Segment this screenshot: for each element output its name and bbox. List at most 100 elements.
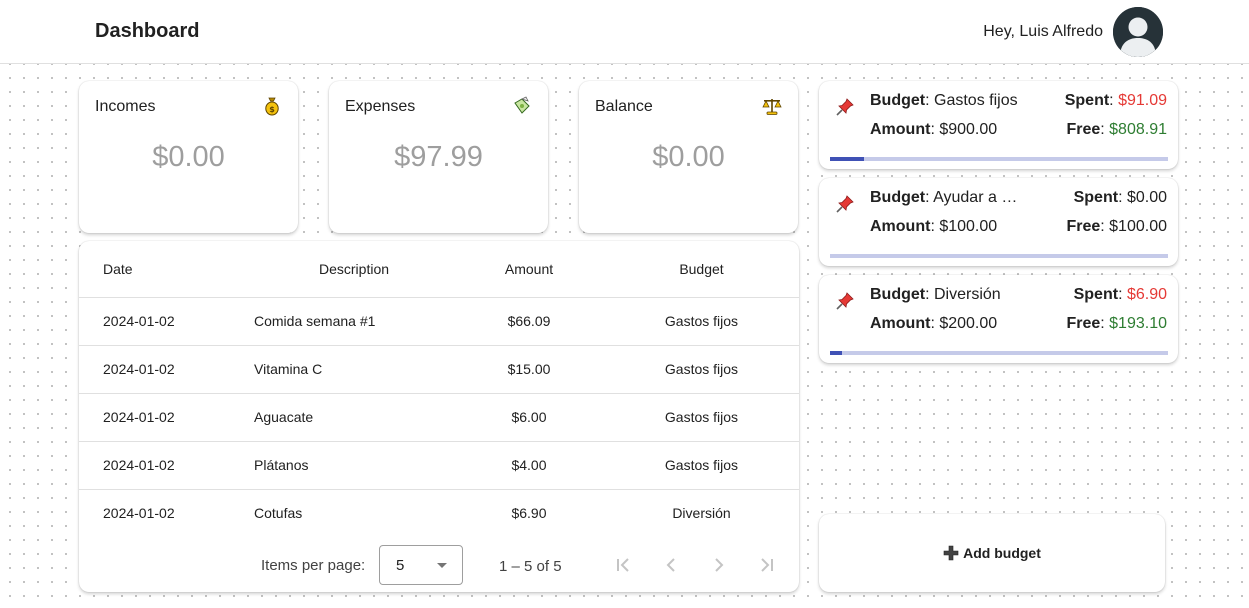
- previous-page-button[interactable]: [659, 553, 683, 577]
- budget-card[interactable]: Budget: Ayudar a otros Amount: $100.00 S…: [819, 178, 1178, 266]
- avatar[interactable]: [1113, 7, 1163, 57]
- svg-text:$: $: [269, 105, 275, 114]
- budget-amount-line: Amount: $900.00: [870, 121, 998, 138]
- spent-label: Spent: [1073, 189, 1119, 206]
- amount-label: Amount: [870, 315, 931, 332]
- cell-budget: Gastos fijos: [604, 345, 799, 394]
- money-wings-icon: [514, 96, 530, 114]
- table-row[interactable]: 2024-01-02 Aguacate $6.00 Gastos fijos: [79, 393, 799, 442]
- cell-budget: Diversión: [672, 505, 731, 522]
- budget-progress-fill: [830, 351, 842, 355]
- user-avatar-icon: [1113, 7, 1163, 57]
- budget-name-line: Budget: Diversión: [870, 286, 1001, 303]
- budget-progress-bar: [830, 351, 1168, 355]
- add-budget-button[interactable]: Add budget: [819, 514, 1165, 592]
- expenses-card: Expenses $97.99: [329, 81, 548, 233]
- cell-date: 2024-01-02: [79, 345, 254, 394]
- free-label: Free: [1066, 121, 1101, 138]
- budget-amount: $100.00: [939, 218, 998, 235]
- balance-value: $0.00: [652, 141, 725, 173]
- budget-progress-fill: [830, 157, 864, 161]
- table-row[interactable]: 2024-01-02 Vitamina C $15.00 Gastos fijo…: [79, 345, 799, 394]
- budget-free-line: Free: $808.91: [1066, 121, 1167, 138]
- balance-scale-icon: [762, 99, 782, 115]
- budget-free-line: Free: $193.10: [1066, 315, 1167, 332]
- cell-amount: $6.90: [511, 505, 547, 522]
- budget-progress-bar: [830, 254, 1168, 258]
- cell-date: 2024-01-02: [103, 505, 175, 522]
- cell-date: 2024-01-02: [79, 441, 254, 490]
- chevron-right-icon: [715, 558, 724, 572]
- table-row[interactable]: 2024-01-02 Cotufas $6.90 Diversión: [79, 489, 799, 537]
- budget-name-line: Budget: Ayudar a otros: [870, 189, 1020, 207]
- last-page-icon: [761, 558, 773, 572]
- table-row[interactable]: 2024-01-02 Comida semana #1 $66.09 Gasto…: [79, 297, 799, 346]
- paginator: Items per page: 5 1 – 5 of 5: [79, 545, 799, 585]
- add-budget-label: Add budget: [963, 545, 1041, 561]
- budget-label: Budget: [870, 286, 926, 303]
- budget-amount-line: Amount: $200.00: [870, 315, 998, 332]
- incomes-value: $0.00: [152, 141, 225, 173]
- budget-spent: $91.09: [1118, 92, 1167, 109]
- items-per-page-label: Items per page:: [261, 557, 366, 574]
- budget-card[interactable]: Budget: Diversión Amount: $200.00 Spent:…: [819, 275, 1178, 363]
- budget-spent-line: Spent: $6.90: [1073, 286, 1167, 303]
- stat-label: Expenses: [345, 98, 416, 115]
- table-header-row: Date Description Amount Budget: [79, 241, 799, 298]
- chevron-left-icon: [666, 558, 675, 572]
- budget-spent-line: Spent: $91.09: [1064, 92, 1167, 109]
- budget-spent-line: Spent: $0.00: [1073, 189, 1167, 206]
- top-bar: Dashboard Hey, Luis Alfredo: [0, 0, 1249, 64]
- budget-label: Budget: [870, 189, 926, 206]
- items-per-page-select[interactable]: 5: [379, 545, 463, 585]
- budget-label: Budget: [870, 92, 926, 109]
- last-page-button[interactable]: [755, 553, 779, 577]
- amount-label: Amount: [870, 121, 931, 138]
- spent-label: Spent: [1073, 286, 1119, 303]
- money-bag-icon: $: [265, 97, 279, 116]
- column-header-date[interactable]: Date: [79, 241, 254, 298]
- column-header-budget[interactable]: Budget: [604, 241, 799, 298]
- budget-spent: $0.00: [1126, 189, 1167, 206]
- pushpin-icon: [836, 195, 854, 213]
- spent-label: Spent: [1064, 92, 1110, 109]
- add-budget-content: Add budget: [819, 514, 1165, 592]
- budget-spent: $6.90: [1126, 286, 1167, 303]
- budget-name-line: Budget: Gastos fijos: [870, 92, 1018, 109]
- user-greeting: Hey, Luis Alfredo: [983, 23, 1103, 40]
- next-page-button[interactable]: [707, 553, 731, 577]
- free-label: Free: [1066, 315, 1101, 332]
- budget-name: Gastos fijos: [934, 92, 1018, 109]
- plus-icon: [943, 545, 959, 561]
- pushpin-icon: [836, 292, 854, 310]
- cell-budget: Gastos fijos: [604, 393, 799, 442]
- stat-label: Incomes: [95, 98, 156, 115]
- expenses-value: $97.99: [394, 141, 483, 173]
- cell-date: 2024-01-02: [79, 393, 254, 442]
- first-page-icon: [617, 558, 629, 572]
- column-header-amount[interactable]: Amount: [454, 241, 604, 298]
- cell-description: Plátanos: [254, 441, 454, 490]
- budget-free-line: Free: $100.00: [1066, 218, 1167, 235]
- amount-label: Amount: [870, 218, 931, 235]
- table-row[interactable]: 2024-01-02 Plátanos $4.00 Gastos fijos: [79, 441, 799, 490]
- cell-description: Cotufas: [254, 505, 303, 522]
- incomes-card: Incomes $ $0.00: [79, 81, 298, 233]
- page-range-label: 1 – 5 of 5: [499, 558, 562, 575]
- budget-free: $808.91: [1109, 121, 1167, 138]
- budget-card[interactable]: Budget: Gastos fijos Amount: $900.00 Spe…: [819, 81, 1178, 169]
- first-page-button[interactable]: [611, 553, 635, 577]
- budget-free: $193.10: [1109, 315, 1167, 332]
- cell-amount: $6.00: [454, 393, 604, 442]
- cell-description: Comida semana #1: [254, 297, 454, 346]
- pushpin-icon: [836, 98, 854, 116]
- budget-amount: $900.00: [939, 121, 998, 138]
- budget-amount: $200.00: [939, 315, 998, 332]
- column-header-description[interactable]: Description: [254, 241, 454, 298]
- cell-description: Vitamina C: [254, 345, 454, 394]
- cell-budget: Gastos fijos: [604, 441, 799, 490]
- cell-amount: $66.09: [454, 297, 604, 346]
- cell-description: Aguacate: [254, 393, 454, 442]
- transactions-table-card: Date Description Amount Budget 2024-01-0…: [79, 241, 799, 592]
- cell-budget: Gastos fijos: [604, 297, 799, 346]
